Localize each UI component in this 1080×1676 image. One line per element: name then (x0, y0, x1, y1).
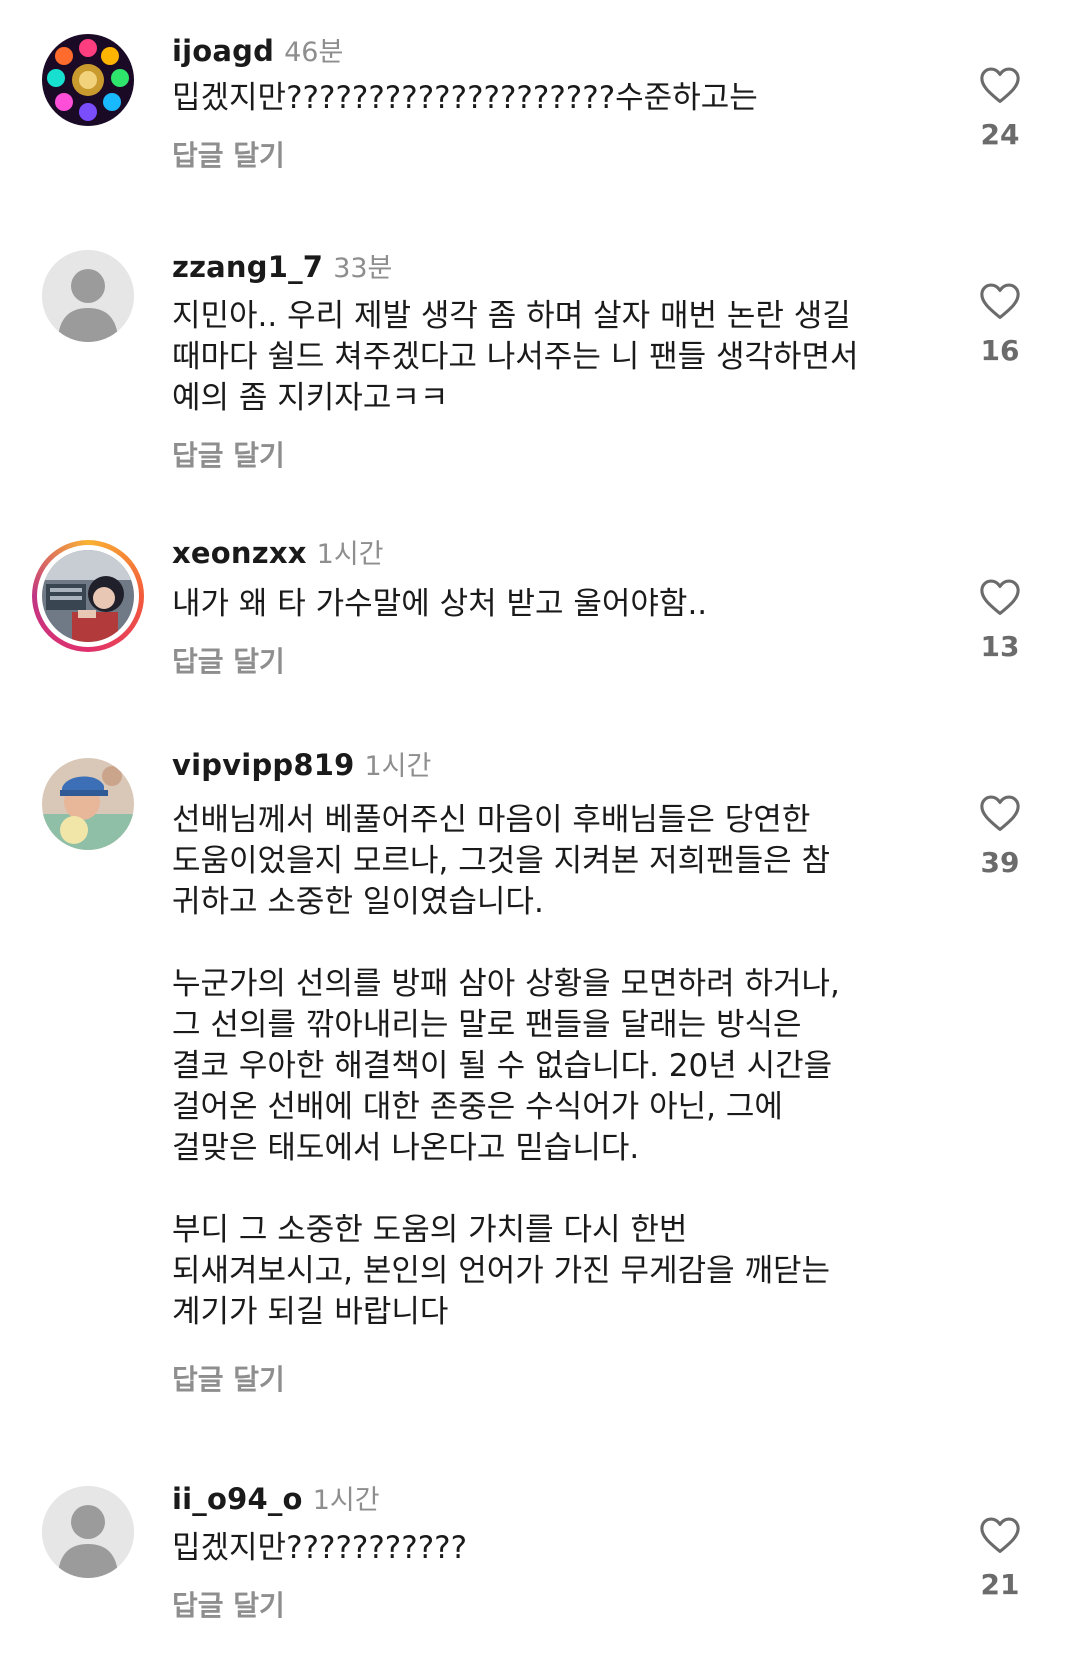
comment-meta: ijoagd 46분 (172, 30, 343, 69)
heart-icon[interactable] (979, 794, 1021, 832)
comment-text: 밉겠지만????????????????????수준하고는 (172, 80, 758, 116)
comment-meta: vipvipp819 1시간 (172, 744, 431, 783)
user-avatar[interactable] (42, 758, 134, 850)
user-avatar[interactable] (42, 550, 134, 642)
reply-button[interactable]: 답글 달기 (172, 134, 285, 174)
like-count: 16 (980, 334, 1020, 367)
like-count: 39 (980, 846, 1020, 879)
reply-button[interactable]: 답글 달기 (172, 434, 285, 474)
like-count: 21 (980, 1568, 1020, 1601)
user-avatar[interactable] (42, 34, 134, 126)
user-avatar[interactable] (42, 1486, 134, 1578)
like-group: 13 (960, 578, 1040, 663)
heart-icon[interactable] (979, 578, 1021, 616)
comment-time: 1시간 (364, 751, 432, 782)
story-ring[interactable] (32, 540, 144, 652)
comment-text: 밉겠지만??????????? (172, 1530, 468, 1566)
comment-meta: ii_o94_o 1시간 (172, 1478, 380, 1517)
comment-text: 지민아.. 우리 제발 생각 좀 하며 살자 매번 논란 생길 때마다 쉴드 쳐… (172, 298, 859, 416)
heart-icon[interactable] (979, 1516, 1021, 1554)
reply-button[interactable]: 답글 달기 (172, 640, 285, 680)
username[interactable]: ii_o94_o (172, 1482, 303, 1516)
comment-time: 33분 (333, 253, 393, 284)
comment-text: 선배님께서 베풀어주신 마음이 후배님들은 당연한 도움이었을지 모르나, 그것… (172, 802, 840, 1330)
comment-time: 46분 (284, 37, 344, 68)
comment-time: 1시간 (316, 539, 384, 570)
default-avatar-icon (42, 250, 134, 342)
username[interactable]: vipvipp819 (172, 748, 355, 782)
username[interactable]: ijoagd (172, 34, 274, 68)
comment-text: 내가 왜 타 가수말에 상처 받고 울어야함.. (172, 586, 708, 622)
like-group: 16 (960, 282, 1040, 367)
like-count: 24 (980, 118, 1020, 151)
user-avatar[interactable] (42, 250, 134, 342)
heart-icon[interactable] (979, 282, 1021, 320)
comment-time: 1시간 (312, 1485, 380, 1516)
reply-button[interactable]: 답글 달기 (172, 1358, 285, 1398)
like-group: 24 (960, 66, 1040, 151)
comment-meta: xeonzxx 1시간 (172, 532, 384, 571)
comment-meta: zzang1_7 33분 (172, 246, 392, 285)
like-group: 21 (960, 1516, 1040, 1601)
username[interactable]: xeonzxx (172, 536, 307, 570)
default-avatar-icon (42, 1486, 134, 1578)
like-group: 39 (960, 794, 1040, 879)
like-count: 13 (980, 630, 1020, 663)
username[interactable]: zzang1_7 (172, 250, 323, 284)
reply-button[interactable]: 답글 달기 (172, 1584, 285, 1624)
heart-icon[interactable] (979, 66, 1021, 104)
